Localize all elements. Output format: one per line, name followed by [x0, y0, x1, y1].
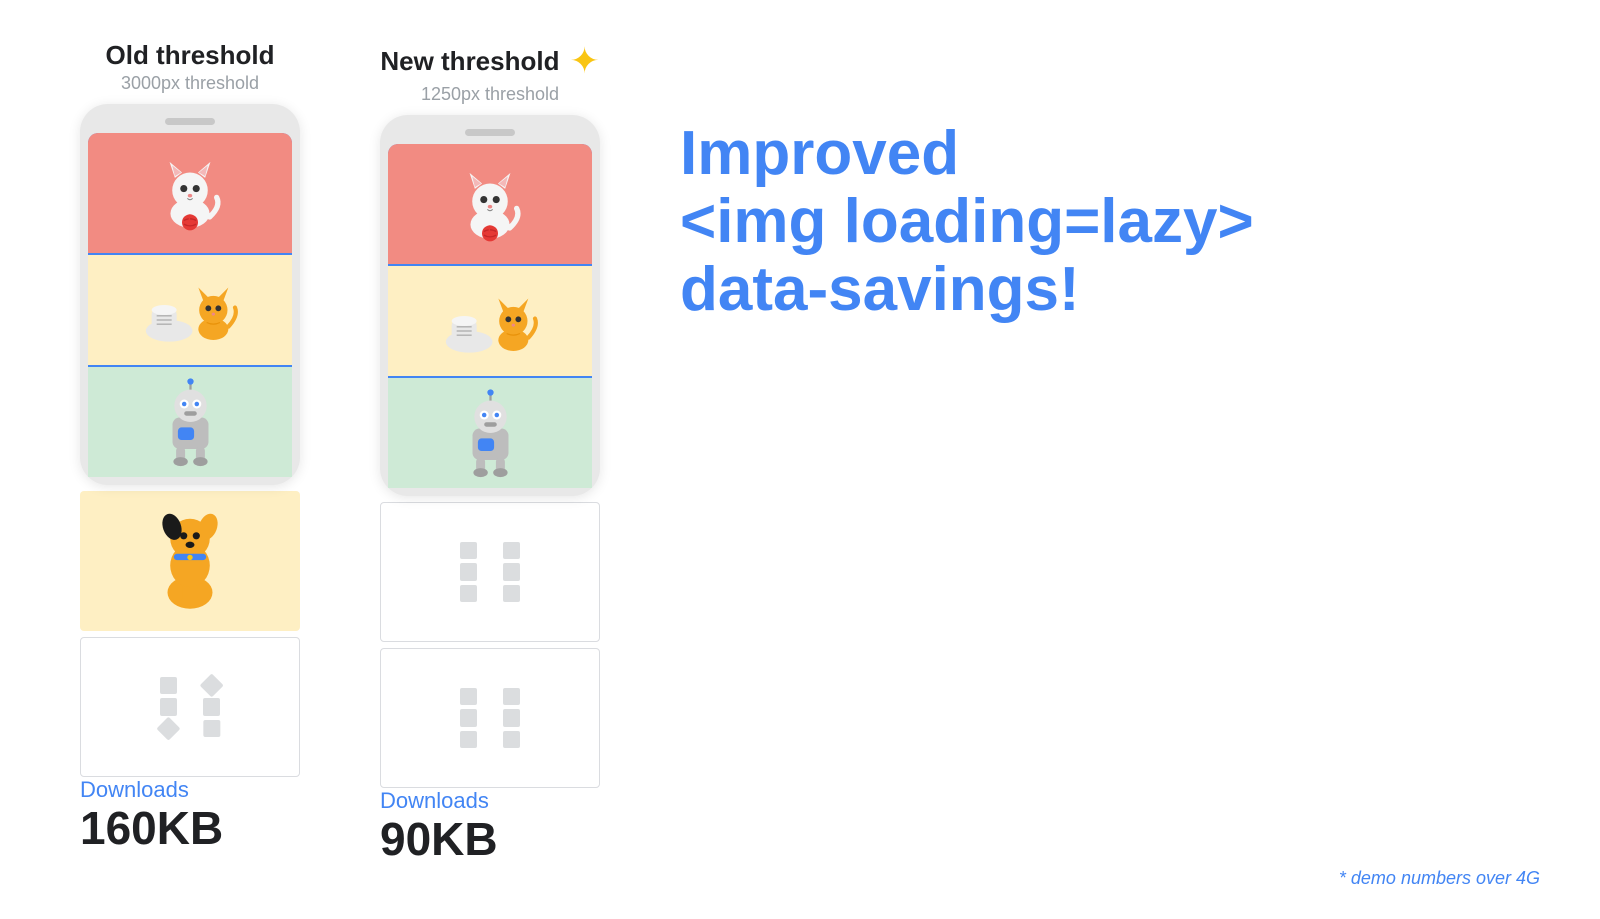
new-threshold-column: New threshold ✦ 1250px threshold	[380, 40, 600, 876]
loading-spinner-3	[460, 688, 520, 748]
headline-line2: <img loading=lazy>	[680, 187, 1254, 256]
headline-line3: data-savings!	[680, 255, 1080, 324]
new-phone-mockup	[380, 115, 600, 496]
old-phone-screen	[88, 133, 292, 477]
old-threshold-label: Old threshold 3000px threshold	[106, 40, 275, 94]
old-loading-tile	[80, 637, 300, 777]
cat-tile-old	[88, 133, 292, 253]
old-threshold-column: Old threshold 3000px threshold	[80, 40, 300, 865]
headline-line1: Improved	[680, 119, 959, 188]
loading-spinner-2	[460, 542, 520, 602]
new-threshold-subtitle: 1250px threshold	[380, 84, 599, 105]
cat-shoe-tile-new	[388, 266, 592, 376]
new-downloads-label: Downloads	[380, 788, 600, 814]
new-below-phone	[380, 502, 600, 788]
comparisons-section: Old threshold 3000px threshold	[80, 40, 600, 876]
cat-image	[150, 153, 230, 233]
robot-image-2	[453, 388, 528, 478]
cat-shoe-tile-old	[88, 255, 292, 365]
sparkle-icon: ✦	[569, 40, 599, 82]
old-phone-mockup	[80, 104, 300, 485]
old-downloads-label: Downloads	[80, 777, 300, 803]
new-loading-tile-2	[380, 648, 600, 788]
new-phone-screen	[388, 144, 592, 488]
loading-spinner	[160, 677, 220, 737]
robot-tile-new	[388, 378, 592, 488]
new-downloads-section: Downloads 90KB	[380, 788, 600, 862]
new-loading-tile-1	[380, 502, 600, 642]
robot-tile-old	[88, 367, 292, 477]
new-downloads-value: 90KB	[380, 816, 600, 862]
old-threshold-subtitle: 3000px threshold	[106, 73, 275, 94]
headline-text: Improved <img loading=lazy> data-savings…	[680, 120, 1254, 325]
demo-note: * demo numbers over 4G	[1339, 868, 1540, 889]
old-yellow-dog-tile	[80, 491, 300, 631]
old-threshold-title: Old threshold	[106, 40, 275, 71]
cat-shoe-image-2	[440, 281, 540, 361]
new-threshold-title: New threshold	[380, 46, 559, 77]
robot-image	[153, 377, 228, 467]
old-below-phone	[80, 491, 300, 777]
right-section: Improved <img loading=lazy> data-savings…	[600, 40, 1540, 325]
yellow-dog-image	[145, 506, 235, 616]
new-threshold-title-row: New threshold ✦	[380, 40, 599, 82]
cat-shoe-image	[140, 270, 240, 350]
phone-speaker	[165, 118, 215, 125]
phone-speaker-2	[465, 129, 515, 136]
cat-image-2	[450, 164, 530, 244]
page: Old threshold 3000px threshold	[0, 0, 1600, 919]
old-downloads-value: 160KB	[80, 805, 300, 851]
old-downloads-section: Downloads 160KB	[80, 777, 300, 851]
new-threshold-label: New threshold ✦ 1250px threshold	[380, 40, 599, 105]
cat-tile-new	[388, 144, 592, 264]
